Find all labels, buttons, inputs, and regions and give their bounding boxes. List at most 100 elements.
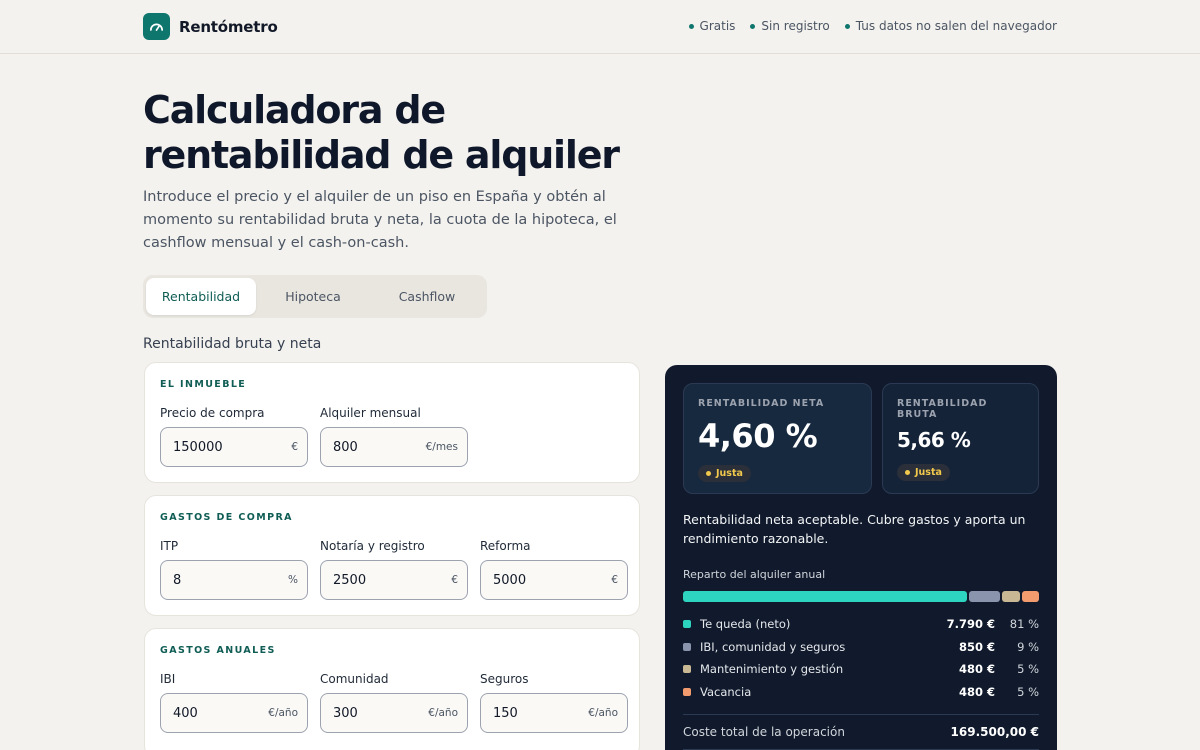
- comunidad-input[interactable]: 300 €/año: [320, 693, 468, 733]
- badge-label: Justa: [716, 468, 743, 479]
- split-bar-segment: [1002, 591, 1020, 602]
- field-label: Notaría y registro: [320, 539, 425, 553]
- field-label: Precio de compra: [160, 406, 265, 420]
- legend-swatch-icon: [683, 642, 691, 651]
- status-dot-icon: [905, 470, 910, 475]
- input-value: 150: [493, 705, 518, 721]
- input-value: 5000: [493, 572, 527, 588]
- kpi-label: RENTABILIDAD NETA: [698, 398, 825, 409]
- field-precio-compra: Precio de compra 150000 €: [160, 406, 308, 467]
- input-unit: %: [288, 574, 298, 586]
- field-itp: ITP 8 %: [160, 539, 308, 600]
- input-value: 300: [333, 705, 358, 721]
- legend-amount: 480 €: [958, 662, 995, 677]
- field-ibi: IBI 400 €/año: [160, 672, 308, 733]
- input-unit: €/año: [588, 707, 618, 719]
- legend-swatch-icon: [683, 620, 691, 629]
- card-label: EL INMUEBLE: [160, 379, 247, 390]
- feature-label: Gratis: [699, 19, 736, 33]
- card-label: GASTOS ANUALES: [160, 645, 276, 656]
- kpi-value: 4,60 %: [698, 417, 818, 455]
- input-value: 400: [173, 705, 198, 721]
- tab-cashflow[interactable]: Cashflow: [370, 278, 484, 315]
- input-unit: €: [611, 574, 618, 586]
- split-legend-row: Te queda (neto) 7.790 € 81 %: [683, 613, 1039, 636]
- page-title-line: Calculadora de: [143, 88, 446, 132]
- split-legend-row: IBI, comunidad y seguros 850 € 9 %: [683, 636, 1039, 659]
- legend-swatch-icon: [683, 687, 691, 696]
- top-bar: Rentómetro Gratis Sin registro Tus datos…: [0, 0, 1200, 54]
- field-label: Alquiler mensual: [320, 406, 421, 420]
- legend-percent: 81 %: [1009, 617, 1039, 632]
- input-unit: €: [451, 574, 458, 586]
- split-bar-segment: [1021, 591, 1039, 602]
- legend-amount: 7.790 €: [946, 617, 995, 632]
- legend-percent: 9 %: [1017, 639, 1039, 654]
- field-reforma: Reforma 5000 €: [480, 539, 628, 600]
- bullet-icon: [750, 23, 756, 29]
- field-seguros: Seguros 150 €/año: [480, 672, 628, 733]
- notaria-registro-input[interactable]: 2500 €: [320, 560, 468, 600]
- page-description: Introduce el precio y el alquiler de un …: [143, 189, 617, 251]
- legend-name: Mantenimiento y gestión: [700, 662, 844, 677]
- input-value: 2500: [333, 572, 367, 588]
- feature-list: Gratis Sin registro Tus datos no salen d…: [688, 19, 1057, 33]
- kpi-label: RENTABILIDAD BRUTA: [897, 398, 988, 420]
- page-title: Calculadora de rentabilidad de alquiler: [143, 88, 663, 178]
- seguros-input[interactable]: 150 €/año: [480, 693, 628, 733]
- precio-compra-input[interactable]: 150000 €: [160, 427, 308, 467]
- total-label: Coste total de la operación: [683, 725, 845, 739]
- input-value: 150000: [173, 439, 223, 455]
- tab-hipoteca[interactable]: Hipoteca: [256, 278, 370, 315]
- card-gastos-compra: GASTOS DE COMPRA ITP 8 % Notaría y regis…: [144, 495, 640, 616]
- split-legend-row: Mantenimiento y gestión 480 € 5 %: [683, 658, 1039, 681]
- ibi-input[interactable]: 400 €/año: [160, 693, 308, 733]
- input-unit: €/mes: [425, 441, 458, 453]
- field-label: IBI: [160, 672, 176, 686]
- field-label: Comunidad: [320, 672, 389, 686]
- legend-name: Vacancia: [700, 684, 752, 699]
- alquiler-mensual-input[interactable]: 800 €/mes: [320, 427, 468, 467]
- brand[interactable]: Rentómetro: [143, 13, 278, 40]
- input-value: 8: [173, 572, 182, 588]
- gauge-icon: [143, 13, 170, 40]
- results-panel: RENTABILIDAD NETA 4,60 % Justa RENTABILI…: [665, 365, 1057, 750]
- tab-rentabilidad[interactable]: Rentabilidad: [146, 278, 256, 315]
- reforma-input[interactable]: 5000 €: [480, 560, 628, 600]
- badge-label: Justa: [915, 467, 942, 478]
- feature-item: Gratis: [688, 19, 736, 33]
- feature-item: Tus datos no salen del navegador: [844, 19, 1057, 33]
- legend-name: IBI, comunidad y seguros: [700, 639, 846, 654]
- card-label: GASTOS DE COMPRA: [160, 512, 293, 523]
- legend-percent: 5 %: [1017, 662, 1039, 677]
- status-badge: Justa: [698, 465, 751, 482]
- brand-name: Rentómetro: [179, 17, 278, 36]
- itp-input[interactable]: 8 %: [160, 560, 308, 600]
- page-title-line: rentabilidad de alquiler: [143, 133, 620, 177]
- kpi-rentabilidad-neta: RENTABILIDAD NETA 4,60 % Justa: [683, 383, 872, 494]
- bullet-icon: [688, 23, 694, 29]
- field-alquiler-mensual: Alquiler mensual 800 €/mes: [320, 406, 468, 467]
- feature-label: Tus datos no salen del navegador: [855, 19, 1057, 33]
- legend-percent: 5 %: [1017, 684, 1039, 699]
- verdict-text: Rentabilidad neta aceptable. Cubre gasto…: [683, 512, 1026, 546]
- field-label: Reforma: [480, 539, 531, 553]
- total-row: Coste total de la operación 169.500,00 €: [683, 714, 1039, 739]
- input-unit: €: [291, 441, 298, 453]
- field-label: ITP: [160, 539, 179, 553]
- status-dot-icon: [706, 471, 711, 476]
- calculator-tabs: Rentabilidad Hipoteca Cashflow: [143, 275, 487, 318]
- field-notaria-registro: Notaría y registro 2500 €: [320, 539, 468, 600]
- input-unit: €/año: [268, 707, 298, 719]
- status-badge: Justa: [897, 464, 950, 481]
- kpi-value: 5,66 %: [897, 428, 971, 452]
- field-comunidad: Comunidad 300 €/año: [320, 672, 468, 733]
- feature-item: Sin registro: [750, 19, 830, 33]
- feature-label: Sin registro: [761, 19, 830, 33]
- split-legend: Te queda (neto) 7.790 € 81 % IBI, comunidad…: [683, 613, 1039, 703]
- split-bar: [683, 591, 1039, 602]
- total-value: 169.500,00 €: [950, 725, 1039, 739]
- card-inmueble: EL INMUEBLE Precio de compra 150000 € Al…: [144, 362, 640, 483]
- split-title: Reparto del alquiler anual: [683, 568, 826, 581]
- input-unit: €/año: [428, 707, 458, 719]
